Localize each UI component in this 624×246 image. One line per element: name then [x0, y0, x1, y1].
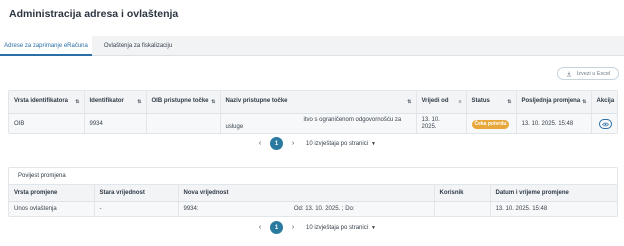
pagination: ‹ 1 › 10 izvještaja po stranici ▼: [256, 137, 376, 150]
page-size-select[interactable]: 10 izvještaja po stranici ▼: [306, 141, 376, 147]
col-header-vrsta[interactable]: Vrsta identifikatora ⇅: [9, 91, 85, 114]
sort-icon: ⇅: [507, 99, 512, 105]
cell-identifikator: 9934: [84, 113, 147, 133]
export-excel-label: Izvezi u Excel: [576, 70, 611, 77]
cell-naziv-line2: usluge: [225, 124, 244, 131]
page-number[interactable]: 1: [270, 137, 283, 150]
cell-naziv: itvo s ograničenom odgovornošću za uslug…: [220, 113, 417, 133]
cell-vrsta-promjene: Unos ovlaštenja: [9, 201, 95, 216]
table-row: Unos ovlaštenja - 9934: Od: 13. 10. 2025…: [9, 201, 617, 216]
status-badge: Čeka potvrdu: [471, 119, 510, 129]
history-title: Povijest promjena: [9, 168, 617, 185]
pagination: ‹ 1 › 10 izvještaja po stranici ▼: [256, 221, 376, 234]
sort-icon: ⇅: [407, 99, 412, 105]
cell-vrijedi-od: 13. 10. 2025.: [416, 113, 467, 133]
sort-icon: ⇅: [75, 99, 80, 105]
history-table: Vrsta promjene Stara vrijednost Nova vri…: [9, 185, 617, 216]
download-icon: [566, 71, 571, 76]
col-header-naziv[interactable]: Naziv pristupne točke ⇅: [220, 91, 417, 114]
cell-datum: 13. 10. 2025. 15:48: [490, 201, 617, 216]
col-header-stara: Stara vrijednost: [94, 185, 179, 202]
prev-page-icon[interactable]: ‹: [256, 140, 264, 147]
sort-icon: ⇅: [137, 99, 142, 105]
col-header-posljednja[interactable]: Posljednja promjena ⇅: [516, 91, 592, 114]
cell-naziv-line1: itvo s ograničenom odgovornošću za: [303, 117, 402, 124]
tab-adrese[interactable]: Adrese za zaprimanje eRačuna: [0, 36, 92, 56]
cell-stara: -: [94, 201, 179, 216]
addresses-table: Vrsta identifikatora ⇅ Identifikator ⇅ OIB…: [9, 91, 617, 133]
view-button[interactable]: [598, 119, 612, 129]
page-title: Administracija adresa i ovlaštenja: [9, 8, 179, 20]
cell-posljednja: 13. 10. 2025. 15:48: [516, 113, 592, 133]
cell-korisnik: [434, 201, 491, 216]
col-header-identifikator[interactable]: Identifikator ⇅: [84, 91, 147, 114]
col-header-vrsta-promjene: Vrsta promjene: [9, 185, 95, 202]
col-header-oib[interactable]: OIB pristupne točke ⇅: [146, 91, 221, 114]
prev-page-icon[interactable]: ‹: [256, 224, 264, 231]
cell-akcija: [591, 113, 617, 133]
cell-status: Čeka potvrdu: [466, 113, 517, 133]
tab-ovlastenja[interactable]: Ovlaštenja za fiskalizaciju: [98, 36, 178, 56]
col-header-status[interactable]: Status ⇅: [466, 91, 517, 114]
cell-oib-pristupne: [146, 113, 221, 133]
chevron-down-icon: ▼: [371, 140, 376, 147]
col-header-nova: Nova vrijednost: [178, 185, 435, 202]
page-number[interactable]: 1: [270, 221, 283, 234]
sort-icon: ⇅: [211, 99, 216, 105]
next-page-icon[interactable]: ›: [289, 140, 297, 147]
page-size-select[interactable]: 10 izvještaja po stranici ▼: [306, 225, 376, 231]
cell-nova: 9934: Od: 13. 10. 2025. ; Do:: [178, 201, 435, 216]
table-row[interactable]: OIB 9934 itvo s ograničenom odgovornošću…: [9, 113, 617, 133]
next-page-icon[interactable]: ›: [289, 224, 297, 231]
col-header-akcija: Akcija: [591, 91, 617, 114]
addresses-table-card: Vrsta identifikatora ⇅ Identifikator ⇅ OIB…: [8, 90, 618, 134]
eye-icon: [601, 122, 609, 126]
tab-bar: Adrese za zaprimanje eRačuna Ovlaštenja …: [0, 36, 624, 56]
col-header-vrijedi-od[interactable]: Vrijedi od ≡: [416, 91, 467, 114]
cell-vrsta: OIB: [9, 113, 85, 133]
sort-desc-icon: ≡: [458, 99, 462, 105]
col-header-datum: Datum i vrijeme promjene: [490, 185, 617, 202]
chevron-down-icon: ▼: [371, 224, 376, 231]
col-header-korisnik: Korisnik: [434, 185, 491, 202]
sort-icon: ⇅: [582, 99, 587, 105]
history-card: Povijest promjena Vrsta promjene Stara v…: [8, 167, 618, 217]
export-excel-button[interactable]: Izvezi u Excel: [557, 67, 619, 80]
